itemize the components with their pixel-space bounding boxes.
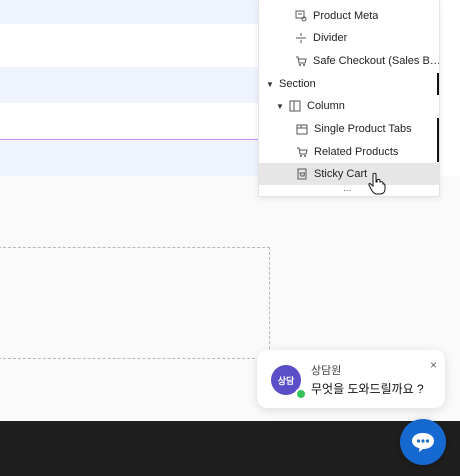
nav-item-safe-checkout[interactable]: Safe Checkout (Sales Boos...: [259, 50, 439, 72]
nav-item-label: Column: [307, 100, 345, 112]
caret-down-icon[interactable]: ▼: [275, 102, 285, 111]
caret-down-icon[interactable]: ▼: [265, 80, 275, 89]
canvas-selected-section[interactable]: [0, 139, 258, 178]
column-icon: [289, 100, 301, 112]
agent-name: 상담원: [311, 365, 342, 377]
nav-item-label: Section: [279, 78, 316, 90]
divider-icon: [295, 32, 307, 44]
cart-icon: [296, 146, 308, 158]
chat-message: 무엇을 도와드릴까요 ?: [311, 382, 424, 396]
more-items-indicator: ...: [343, 183, 352, 194]
close-icon[interactable]: ×: [430, 358, 437, 372]
nav-item-column[interactable]: ▼ Column: [259, 95, 439, 117]
sticky-cart-icon: [296, 168, 308, 180]
nav-item-label: Sticky Cart: [314, 168, 368, 180]
tabs-icon: [296, 123, 308, 135]
section-marker: [437, 73, 439, 95]
product-meta-icon: [295, 10, 307, 22]
nav-item-divider[interactable]: Divider: [259, 27, 439, 49]
canvas-row-highlight: [0, 67, 258, 103]
nav-item-label: Product Meta: [313, 10, 379, 22]
empty-drop-zone[interactable]: [0, 247, 270, 359]
footer-bar: [0, 421, 460, 476]
hand-cursor-icon: [368, 172, 386, 195]
nav-item-label: Divider: [313, 32, 348, 44]
nav-item-label: Single Product Tabs: [314, 123, 412, 135]
nav-item-section[interactable]: ▼ Section: [259, 73, 439, 95]
chat-popup[interactable]: 상담 상담원 무엇을 도와드릴까요 ? ×: [257, 350, 445, 408]
cart-icon: [295, 55, 307, 67]
canvas-row-highlight: [0, 0, 258, 24]
chat-launcher-button[interactable]: [400, 419, 446, 465]
nav-item-sticky-cart[interactable]: Sticky Cart: [259, 163, 439, 185]
nav-item-label: Safe Checkout (Sales Boos...: [313, 55, 439, 67]
nav-item-product-meta[interactable]: Product Meta: [259, 5, 439, 27]
nav-item-single-product-tabs[interactable]: Single Product Tabs: [259, 118, 439, 140]
chat-bubble-icon: [412, 433, 434, 452]
nav-item-label: Related Products: [314, 146, 399, 158]
nav-item-related-products[interactable]: Related Products: [259, 141, 439, 163]
navigator-panel: Product Meta Divider Safe Checkout (Sale…: [258, 0, 440, 197]
online-status-dot: [295, 388, 307, 400]
